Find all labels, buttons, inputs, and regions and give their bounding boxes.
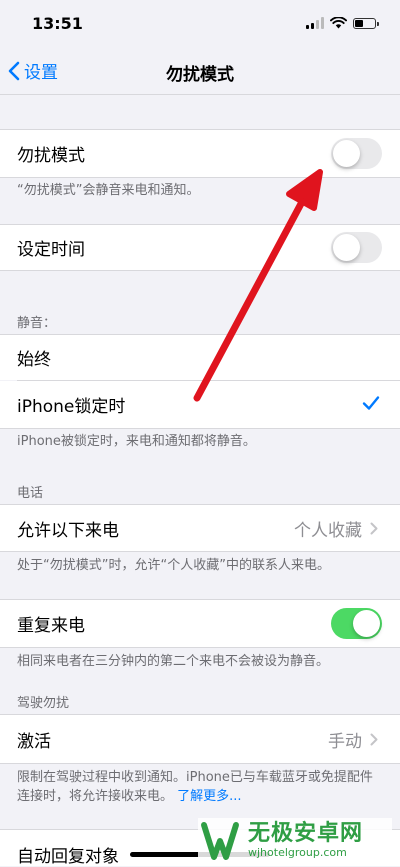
silence-option-label: iPhone锁定时 <box>17 397 126 417</box>
watermark-title: 无极安卓网 <box>248 821 364 846</box>
silence-note: iPhone被锁定时，来电和通知都将静音。 <box>17 434 256 449</box>
driving-note: 限制在驾驶过程中收到通知。iPhone已与车载蓝牙或免提配件连接时，将允许接收来… <box>17 768 383 806</box>
divider <box>0 177 400 178</box>
activate-row[interactable]: 激活 手动 <box>0 715 400 763</box>
divider <box>0 428 400 429</box>
watermark-url: wjhotelgroup.com <box>248 846 347 859</box>
divider <box>0 763 400 764</box>
watermark-logo-icon <box>201 822 239 860</box>
chevron-right-icon <box>370 522 384 535</box>
allow-calls-note: 处于“勿扰模式”时，允许“个人收藏”中的联系人来电。 <box>17 558 330 573</box>
learn-more-link[interactable]: 了解更多... <box>177 789 241 804</box>
divider <box>0 270 400 271</box>
activate-value: 手动 <box>328 731 362 752</box>
allow-calls-row[interactable]: 允许以下来电 个人收藏 <box>0 505 400 551</box>
status-time: 13:51 <box>32 14 83 33</box>
checkmark-icon <box>362 396 380 410</box>
divider <box>0 647 400 648</box>
allow-calls-label: 允许以下来电 <box>17 520 119 541</box>
repeated-calls-note: 相同来电者在三分钟内的第二个来电不会被设为静音。 <box>17 654 330 669</box>
wifi-icon <box>330 17 347 29</box>
driving-header: 驾驶勿扰 <box>17 696 70 711</box>
silence-option-label: 始终 <box>17 350 51 370</box>
page-title: 勿扰模式 <box>166 65 234 85</box>
repeated-calls-toggle[interactable] <box>331 608 382 639</box>
activate-label: 激活 <box>17 731 51 752</box>
watermark: 无极安卓网 wjhotelgroup.com <box>198 818 392 864</box>
status-icons <box>306 17 379 29</box>
phone-header: 电话 <box>17 486 44 501</box>
silence-option-always[interactable]: 始终 <box>0 335 400 380</box>
status-bar: 13:51 <box>0 0 400 48</box>
chevron-right-icon <box>370 733 384 746</box>
dnd-row: 勿扰模式 <box>0 130 400 177</box>
repeated-calls-row: 重复来电 <box>0 600 400 647</box>
scheduled-row: 设定时间 <box>0 225 400 270</box>
nav-divider <box>0 94 400 95</box>
silence-header: 静音： <box>17 316 57 331</box>
divider <box>0 551 400 552</box>
nav-bar: 设置 勿扰模式 <box>0 48 400 94</box>
silence-option-locked[interactable]: iPhone锁定时 <box>0 381 400 428</box>
allow-calls-value: 个人收藏 <box>294 520 362 541</box>
dnd-toggle[interactable] <box>331 138 382 169</box>
dnd-note: “勿扰模式”会静音来电和通知。 <box>17 183 200 198</box>
scheduled-toggle[interactable] <box>331 232 382 263</box>
cellular-signal-icon <box>306 17 324 29</box>
battery-icon <box>353 17 379 29</box>
